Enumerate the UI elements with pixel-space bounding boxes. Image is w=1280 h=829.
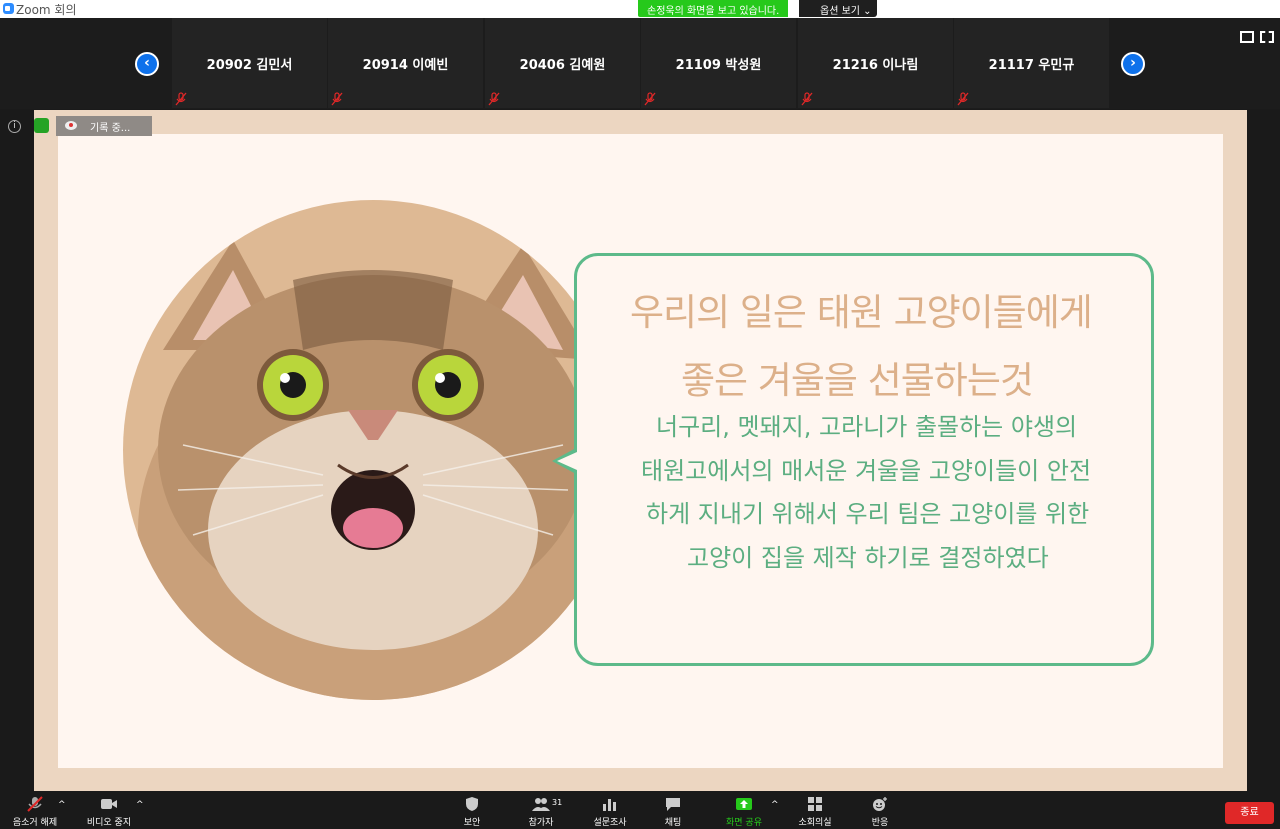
security-button[interactable]: 보안	[452, 796, 492, 828]
slide-body-line-4: 고양이 집을 제작 하기로 결정하였다	[687, 544, 1049, 572]
zoom-logo-icon	[3, 3, 14, 14]
participant-tile[interactable]: 20902 김민서	[172, 18, 327, 108]
participants-label: 참가자	[528, 818, 554, 828]
mic-muted-icon	[27, 796, 43, 812]
breakout-rooms-icon	[808, 797, 822, 811]
next-page-button[interactable]: ›	[1121, 52, 1145, 76]
speech-bubble-tail-inner	[557, 452, 577, 470]
recording-label: 기록 중...	[90, 123, 131, 134]
slide-headline-line-2: 좋은 겨울을 선물하는것	[681, 359, 1034, 402]
cat-photo	[123, 200, 623, 700]
slide-body-line-3: 하게 지내기 위해서 우리 팀은 고양이를 위한	[646, 500, 1090, 528]
mic-muted-icon	[488, 92, 500, 106]
view-layout-icon[interactable]	[1240, 31, 1254, 43]
participant-tile[interactable]: 21216 이나림	[798, 18, 953, 108]
participant-tile[interactable]: 21109 박성원	[641, 18, 796, 108]
breakout-rooms-button[interactable]: 소회의실	[793, 796, 837, 828]
smiley-icon	[873, 797, 887, 811]
participants-icon	[532, 798, 550, 811]
unmute-button[interactable]: 음소거 해제	[8, 796, 62, 828]
unmute-label: 음소거 해제	[12, 818, 58, 828]
participants-count: 31	[552, 798, 563, 807]
participant-name: 20902 김민서	[206, 58, 293, 73]
breakout-rooms-label: 소회의실	[798, 818, 832, 828]
participant-name: 20406 김예원	[519, 58, 606, 73]
chat-button[interactable]: 채팅	[656, 796, 690, 828]
view-options-button[interactable]: 옵션 보기 ⌄	[799, 0, 877, 17]
audio-options-caret-icon[interactable]: ^	[58, 800, 66, 810]
polls-label: 설문조사	[593, 818, 627, 828]
video-camera-icon	[101, 799, 117, 809]
slide-body-line-1: 너구리, 멧돼지, 고라니가 출몰하는 야생의	[656, 413, 1078, 441]
chat-label: 채팅	[664, 818, 682, 828]
cat-illustration	[138, 240, 608, 700]
security-label: 보안	[463, 818, 481, 828]
meeting-toolbar: 음소거 해제 ^ 비디오 중지 ^ 보안 참가자 31 설문조사 채팅 화면 공…	[0, 792, 1280, 829]
slide-headline-line-1: 우리의 일은 태원 고양이들에게	[630, 291, 1093, 334]
mic-muted-icon	[801, 92, 813, 106]
reactions-label: 반응	[871, 818, 889, 828]
shield-icon	[466, 797, 478, 811]
slide-body-line-2: 태원고에서의 매서운 겨울을 고양이들이 안전	[641, 457, 1092, 485]
stop-video-button[interactable]: 비디오 중지	[82, 796, 136, 828]
mic-muted-icon	[644, 92, 656, 106]
screen-share-banner: 손정욱의 화면을 보고 있습니다.	[638, 0, 789, 17]
cloud-record-icon	[65, 121, 77, 130]
fullscreen-icon[interactable]	[1260, 31, 1274, 43]
encryption-shield-icon[interactable]	[34, 118, 49, 133]
share-screen-label: 화면 공유	[726, 818, 762, 828]
participant-name: 21216 이나림	[832, 58, 919, 73]
mic-muted-icon	[175, 92, 187, 106]
stop-video-label: 비디오 중지	[86, 818, 132, 828]
share-screen-icon	[736, 798, 752, 810]
view-controls	[1234, 28, 1274, 47]
video-options-caret-icon[interactable]: ^	[136, 800, 144, 810]
participant-tile[interactable]: 21117 우민규	[954, 18, 1109, 108]
participant-tile[interactable]: 20914 이예빈	[328, 18, 483, 108]
participant-tile[interactable]: 20406 김예원	[485, 18, 640, 108]
window-title: Zoom 회의	[16, 3, 77, 17]
end-meeting-button[interactable]: 종료	[1225, 802, 1274, 824]
participant-name: 20914 이예빈	[362, 58, 449, 73]
mic-muted-icon	[957, 92, 969, 106]
share-screen-button[interactable]: 화면 공유	[722, 796, 766, 828]
recording-indicator[interactable]: 기록 중...	[56, 116, 152, 136]
chat-bubble-icon	[666, 798, 680, 811]
participant-name: 21117 우민규	[988, 58, 1075, 73]
view-options-label: 옵션 보기	[820, 6, 860, 17]
reactions-button[interactable]: 반응	[862, 796, 898, 828]
meeting-info-icon[interactable]: i	[8, 120, 21, 133]
previous-page-button[interactable]: ‹	[135, 52, 159, 76]
polls-button[interactable]: 설문조사	[588, 796, 632, 828]
share-options-caret-icon[interactable]: ^	[771, 800, 779, 810]
mic-muted-icon	[331, 92, 343, 106]
bar-chart-icon	[603, 799, 616, 811]
chevron-down-icon: ⌄	[863, 6, 872, 17]
participant-name: 21109 박성원	[675, 58, 762, 73]
participant-strip: ‹ 20902 김민서 20914 이예빈 20406 김예원 21109 박성…	[0, 18, 1280, 109]
